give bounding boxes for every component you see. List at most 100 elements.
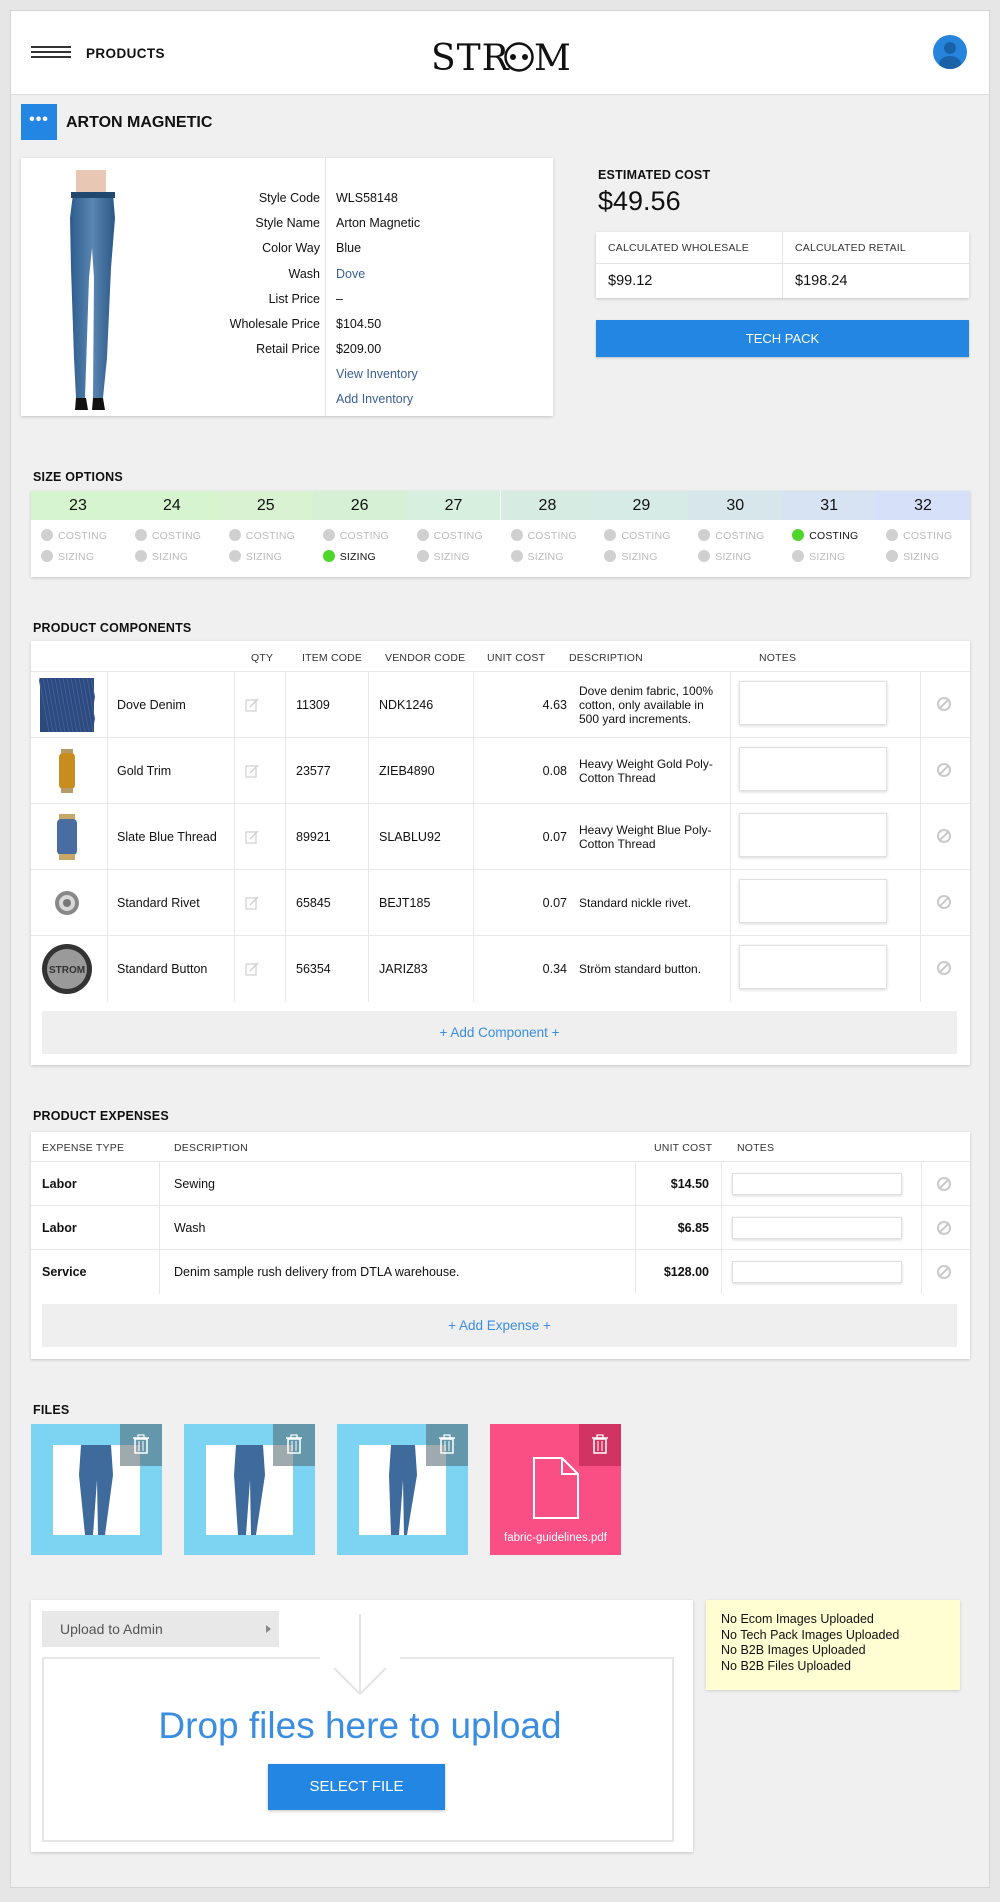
size-option[interactable]: 26 COSTING SIZING	[312, 491, 407, 577]
file-thumbnail[interactable]	[31, 1424, 162, 1555]
sizing-toggle[interactable]: SIZING	[416, 550, 470, 563]
column-divider	[234, 870, 235, 936]
more-options-button[interactable]: •••	[21, 104, 57, 140]
column-divider	[107, 804, 108, 870]
notes-field[interactable]	[732, 1217, 902, 1239]
remove-icon[interactable]	[937, 961, 951, 975]
menu-icon[interactable]	[31, 46, 71, 62]
notes-field[interactable]	[739, 945, 887, 989]
upload-target-select[interactable]: Upload to Admin	[42, 1611, 279, 1647]
remove-icon[interactable]	[937, 895, 951, 909]
edit-qty-button[interactable]	[245, 738, 265, 804]
costing-toggle[interactable]: COSTING	[698, 529, 764, 542]
sizing-label: SIZING	[339, 551, 376, 563]
add-component-button[interactable]: + Add Component +	[42, 1011, 957, 1054]
file-thumbnail[interactable]: fabric-guidelines.pdf	[490, 1424, 621, 1555]
remove-icon[interactable]	[937, 1221, 951, 1235]
size-option[interactable]: 24 COSTING SIZING	[124, 491, 219, 577]
edit-qty-button[interactable]	[245, 804, 265, 870]
component-description: Heavy Weight Blue Poly-Cotton Thread	[579, 823, 712, 851]
add-inventory-link[interactable]: Add Inventory	[336, 392, 413, 406]
field-label: Style Code	[258, 191, 320, 205]
costing-toggle[interactable]: COSTING	[886, 529, 952, 542]
status-dot	[698, 550, 711, 562]
view-inventory-link[interactable]: View Inventory	[336, 367, 418, 381]
sizing-toggle[interactable]: SIZING	[510, 550, 564, 563]
costing-toggle[interactable]: COSTING	[510, 529, 577, 542]
delete-file-button[interactable]	[579, 1424, 621, 1466]
add-expense-button[interactable]: + Add Expense +	[42, 1304, 957, 1347]
column-divider	[234, 672, 235, 738]
size-label: 28	[500, 491, 595, 520]
remove-icon[interactable]	[937, 1177, 951, 1191]
remove-icon[interactable]	[937, 829, 951, 843]
edit-icon	[245, 698, 259, 712]
remove-icon[interactable]	[937, 697, 951, 711]
sizing-toggle[interactable]: SIZING	[134, 550, 188, 563]
trash-icon	[439, 1434, 455, 1454]
component-name: Standard Button	[117, 962, 208, 976]
costing-toggle[interactable]: COSTING	[792, 529, 858, 542]
remove-icon[interactable]	[937, 763, 951, 777]
costing-toggle[interactable]: COSTING	[41, 529, 107, 542]
delete-file-button[interactable]	[273, 1424, 315, 1466]
notes-field[interactable]	[739, 681, 887, 725]
edit-qty-button[interactable]	[245, 672, 265, 738]
size-option[interactable]: 28 COSTING SIZING	[500, 491, 595, 577]
notes-field[interactable]	[739, 813, 887, 857]
drop-zone[interactable]: Drop files here to upload	[42, 1614, 674, 1842]
status-dot	[41, 529, 53, 541]
sizing-toggle[interactable]: SIZING	[698, 550, 751, 563]
edit-qty-button[interactable]	[245, 936, 265, 1002]
size-option[interactable]: 29 COSTING SIZING	[594, 491, 689, 577]
sizing-toggle[interactable]: SIZING	[886, 550, 939, 563]
size-option[interactable]: 25 COSTING SIZING	[218, 491, 313, 577]
component-name: Standard Rivet	[117, 896, 200, 910]
delete-file-button[interactable]	[120, 1424, 162, 1466]
item-code: 11309	[296, 698, 330, 712]
status-dot	[510, 529, 523, 541]
sizing-label: SIZING	[433, 551, 470, 563]
costing-toggle[interactable]: COSTING	[134, 529, 201, 542]
user-avatar[interactable]	[933, 35, 967, 69]
notes-field[interactable]	[732, 1173, 902, 1195]
notes-field[interactable]	[739, 747, 887, 791]
table-row: Slate Blue Thread 89921 SLABLU92 0.07 Heavy …	[31, 803, 970, 870]
field-label: Style Name	[255, 216, 320, 230]
size-option[interactable]: 23 COSTING SIZING	[31, 491, 125, 577]
trash-icon	[286, 1434, 302, 1454]
size-option[interactable]: 32 COSTING SIZING	[876, 491, 970, 577]
costing-toggle[interactable]: COSTING	[416, 529, 483, 542]
strom-logo[interactable]: STR M	[431, 37, 571, 83]
costing-label: COSTING	[527, 530, 577, 542]
remove-icon[interactable]	[937, 1265, 951, 1279]
wash-link[interactable]: Dove	[336, 267, 365, 281]
sizing-toggle[interactable]: SIZING	[228, 550, 282, 563]
select-file-button[interactable]: SELECT FILE	[268, 1764, 445, 1810]
costing-toggle[interactable]: COSTING	[228, 529, 295, 542]
delete-file-button[interactable]	[426, 1424, 468, 1466]
costing-label: COSTING	[903, 530, 953, 542]
size-option[interactable]: 31 COSTING SIZING	[782, 491, 877, 577]
sizing-toggle[interactable]: SIZING	[604, 550, 657, 563]
sizing-toggle[interactable]: SIZING	[41, 550, 94, 563]
edit-qty-button[interactable]	[245, 870, 265, 936]
size-label: 27	[406, 491, 501, 520]
size-option[interactable]: 30 COSTING SIZING	[688, 491, 783, 577]
status-dot	[134, 550, 147, 562]
file-thumbnail[interactable]	[184, 1424, 315, 1555]
sizing-toggle[interactable]: SIZING	[792, 550, 845, 563]
notes-field[interactable]	[732, 1261, 902, 1283]
expense-unit-cost: $6.85	[677, 1221, 709, 1235]
file-thumbnail[interactable]	[337, 1424, 468, 1555]
size-option[interactable]: 27 COSTING SIZING	[406, 491, 501, 577]
costing-toggle[interactable]: COSTING	[322, 529, 389, 542]
table-row: Dove Denim 11309 NDK1246 4.63 Dove denim fab…	[31, 671, 970, 738]
sizing-toggle[interactable]: SIZING	[322, 550, 376, 563]
sizing-label: SIZING	[809, 551, 846, 563]
tech-pack-button[interactable]: TECH PACK	[596, 320, 969, 357]
costing-toggle[interactable]: COSTING	[604, 529, 670, 542]
notes-field[interactable]	[739, 879, 887, 923]
col-description: DESCRIPTION	[569, 652, 643, 664]
components-table: QTY ITEM CODE VENDOR CODE UNIT COST DESC…	[31, 641, 970, 1065]
